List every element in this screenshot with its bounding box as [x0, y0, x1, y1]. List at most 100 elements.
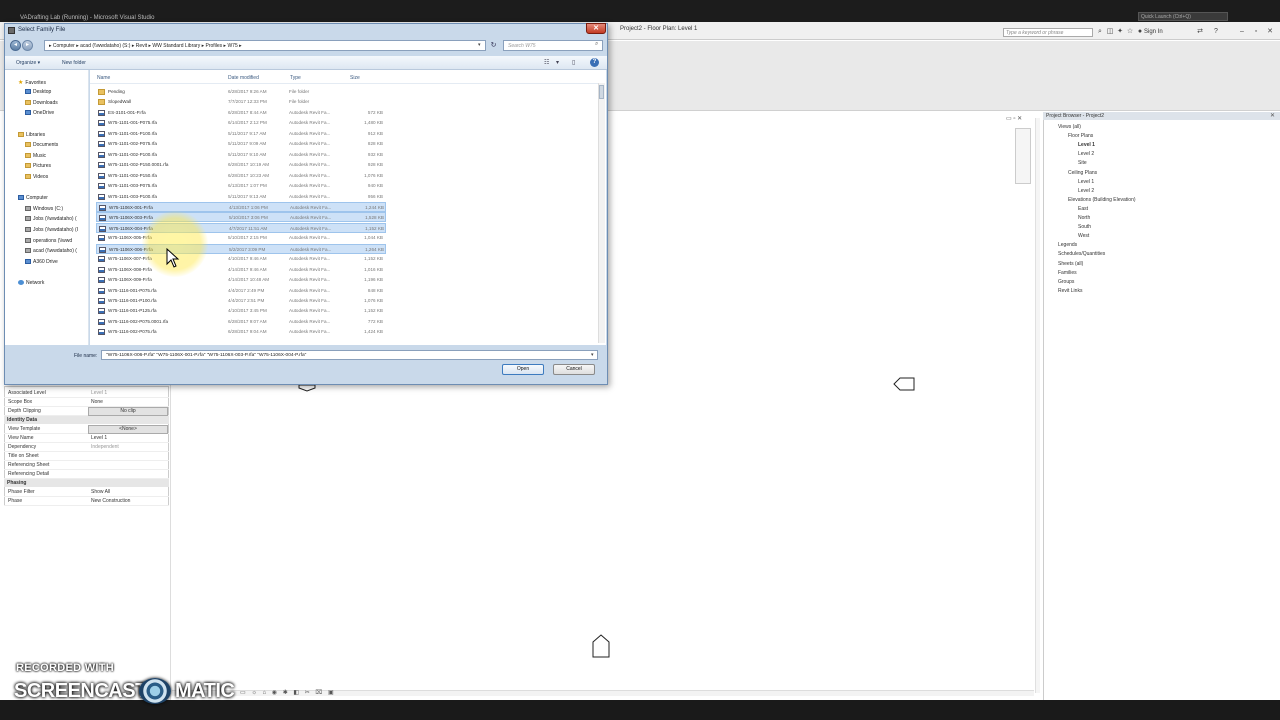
file-row[interactable]: W75-1116-001-P100.rfa 4/4/2017 2:51 PM Aut…	[96, 296, 386, 306]
nav-jobs-drive-2[interactable]: Jobs (\\wwdataho) (I	[25, 227, 78, 233]
file-row[interactable]: W75-1106X-005-P.rfa 5/10/2017 2:15 PM Auto…	[96, 233, 386, 243]
column-header-type[interactable]: Type	[290, 75, 301, 81]
folder-row[interactable]: SlopedWall 7/7/2017 12:33 PM File folder	[96, 97, 386, 107]
chevron-down-icon[interactable]: ▾	[556, 59, 559, 66]
back-button[interactable]: ◂	[10, 40, 21, 51]
file-row[interactable]: W75-1116-002-P075.rfa 6/28/2017 9:04 AM Au…	[96, 327, 386, 337]
help-search-input[interactable]: Type a keyword or phrase	[1003, 28, 1093, 37]
nav-network[interactable]: Network	[18, 280, 44, 286]
file-row[interactable]: ES-3101-001-P.rfa 6/28/2017 8:44 AM Autode…	[96, 108, 386, 118]
browser-tree-item[interactable]: West	[1078, 233, 1089, 239]
nav-libraries[interactable]: Libraries	[18, 132, 45, 138]
forward-button[interactable]: ▸	[22, 40, 33, 51]
nav-acad-drive[interactable]: acad (\\wwdataho) (	[25, 248, 77, 254]
file-name-input[interactable]: "W75-1106X-006-P.rfa" "W75-1106X-001-P.r…	[101, 350, 598, 360]
address-bar[interactable]: ▸ Computer ▸ acad (\\wwdataho) (S:) ▸ Re…	[44, 40, 486, 51]
nav-videos[interactable]: Videos	[25, 174, 48, 180]
file-row[interactable]: W75-1101-002-P100.rfa 5/11/2017 9:10 AM Au…	[96, 150, 386, 160]
browser-tree-item[interactable]: Views (all)	[1058, 124, 1081, 130]
browser-tree-item[interactable]: Legends	[1058, 242, 1077, 248]
browser-tree-item[interactable]: Schedules/Quantities	[1058, 251, 1105, 257]
browser-tree-item[interactable]: Elevations (Building Elevation)	[1068, 197, 1136, 203]
browser-tree-item[interactable]: South	[1078, 224, 1091, 230]
nav-downloads[interactable]: Downloads	[25, 100, 58, 106]
elevation-tag-west-icon[interactable]	[298, 384, 316, 392]
file-row[interactable]: W75-1106X-001-P.rfa 4/13/2017 1:06 PM Auto…	[96, 201, 386, 212]
nav-favorites[interactable]: ★ Favorites	[18, 79, 46, 86]
browser-tree-item[interactable]: Groups	[1058, 279, 1074, 285]
quick-launch-input[interactable]: Quick Launch (Ctrl+Q)	[1138, 12, 1228, 21]
browser-tree-item[interactable]: North	[1078, 215, 1090, 221]
file-row[interactable]: W75-1101-002-P150.0001.rfa 6/28/2017 10:1…	[96, 160, 386, 170]
view-vertical-scrollbar[interactable]	[1035, 118, 1040, 693]
property-group-identity-data[interactable]: Identity Data	[4, 416, 169, 424]
navigation-bar[interactable]	[1015, 128, 1031, 184]
property-value[interactable]: None	[88, 398, 168, 407]
nav-windows-drive[interactable]: Windows (C:)	[25, 206, 63, 212]
nav-pictures[interactable]: Pictures	[25, 163, 51, 169]
favorites-icon[interactable]: ☆	[1126, 28, 1134, 36]
refresh-icon[interactable]: ↻	[488, 40, 499, 51]
property-value[interactable]: Show All	[88, 488, 168, 497]
exchange-icon[interactable]: ⇄	[1196, 28, 1204, 36]
browser-tree-item[interactable]: Revit Links	[1058, 288, 1082, 294]
communication-icon[interactable]: ✦	[1116, 28, 1124, 36]
browser-tree-item[interactable]: Floor Plans	[1068, 133, 1093, 139]
minimize-icon[interactable]: –	[1238, 28, 1246, 36]
nav-desktop[interactable]: Desktop	[25, 89, 51, 95]
search-icon[interactable]: ⌕	[595, 41, 598, 48]
chevron-down-icon[interactable]: ▾	[478, 42, 481, 48]
browser-tree-item[interactable]: Level 2	[1078, 151, 1094, 157]
close-icon[interactable]: ✕	[1270, 112, 1275, 119]
browser-tree-item[interactable]: East	[1078, 206, 1088, 212]
file-row[interactable]: W75-1101-003-P100.rfa 5/11/2017 9:13 AM Au…	[96, 192, 386, 202]
view-control-bar[interactable]: ▭ ☼ ⌂ ◉ ✱ ◧ ✂ ⌧ ▣	[240, 689, 340, 698]
nav-operations-drive[interactable]: operations (\\wwd	[25, 238, 72, 244]
property-value[interactable]: No clip	[88, 407, 168, 416]
property-value[interactable]: Independent	[88, 443, 168, 452]
nav-onedrive[interactable]: OneDrive	[25, 110, 54, 116]
file-row[interactable]: W75-1101-003-P075.rfa 6/13/2017 1:07 PM Au…	[96, 181, 386, 191]
open-button[interactable]: Open	[502, 364, 544, 375]
file-row[interactable]: W75-1101-002-P150.rfa 6/28/2017 10:23 AM A…	[96, 171, 386, 181]
chevron-down-icon[interactable]: ▾	[591, 352, 594, 358]
file-row[interactable]: W75-1116-002-P075.0001.rfa 6/28/2017 9:07…	[96, 317, 386, 327]
file-row[interactable]: W75-1101-001-P075.rfa 6/14/2017 2:12 PM Au…	[96, 118, 386, 128]
property-value[interactable]: Level 1	[88, 434, 168, 443]
browser-tree-item[interactable]: Level 2	[1078, 188, 1094, 194]
property-value[interactable]: <None>	[88, 425, 168, 434]
file-row[interactable]: W75-1106X-008-P.rfa 4/14/2017 9:46 AM Auto…	[96, 265, 386, 275]
elevation-tag-east-icon[interactable]	[893, 377, 915, 391]
file-row[interactable]: W75-1101-002-P075.rfa 5/11/2017 9:09 AM Au…	[96, 139, 386, 149]
sign-in-link[interactable]: Sign In	[1144, 29, 1163, 35]
dialog-close-button[interactable]: ✕	[586, 23, 606, 34]
file-row[interactable]: W75-1101-001-P100.rfa 5/11/2017 9:17 AM Au…	[96, 129, 386, 139]
file-row[interactable]: W75-1106X-007-P.rfa 4/10/2017 9:46 AM Auto…	[96, 254, 386, 264]
file-row[interactable]: W75-1106X-003-P.rfa 5/10/2017 3:06 PM Auto…	[96, 212, 386, 223]
elevation-tag-south-icon[interactable]	[592, 634, 610, 658]
browser-tree-item[interactable]: Ceiling Plans	[1068, 170, 1097, 176]
cancel-button[interactable]: Cancel	[553, 364, 595, 375]
folder-row[interactable]: Pending 6/28/2017 9:26 AM File folder	[96, 87, 386, 97]
file-row[interactable]: W75-1106X-004-P.rfa 4/7/2017 11:51 AM Auto…	[96, 222, 386, 233]
browser-tree-item[interactable]: Sheets (all)	[1058, 261, 1083, 267]
dialog-search-input[interactable]: Search W75	[503, 40, 603, 51]
nav-computer[interactable]: Computer	[18, 195, 48, 201]
column-header-date[interactable]: Date modified	[228, 75, 259, 81]
close-icon[interactable]: ✕	[1266, 28, 1274, 36]
binoculars-icon[interactable]: ⌕	[1096, 28, 1104, 36]
browser-tree-item[interactable]: Level 1	[1078, 142, 1095, 148]
browser-tree-item[interactable]: Site	[1078, 160, 1087, 166]
nav-documents[interactable]: Documents	[25, 142, 58, 148]
nav-a360-drive[interactable]: A360 Drive	[25, 259, 58, 265]
nav-jobs-drive-1[interactable]: Jobs (\\wwdataho) (	[25, 216, 77, 222]
nav-music[interactable]: Music	[25, 153, 46, 159]
user-icon[interactable]: ●	[1136, 28, 1144, 36]
property-value[interactable]: Level 1	[88, 389, 168, 398]
file-list-scrollbar[interactable]	[598, 83, 605, 343]
column-header-size[interactable]: Size	[350, 75, 360, 81]
property-value[interactable]: New Construction	[88, 497, 168, 506]
subscription-icon[interactable]: ◫	[1106, 28, 1114, 36]
restore-icon[interactable]: ▫	[1252, 28, 1260, 36]
preview-pane-icon[interactable]: ▯	[572, 59, 575, 66]
